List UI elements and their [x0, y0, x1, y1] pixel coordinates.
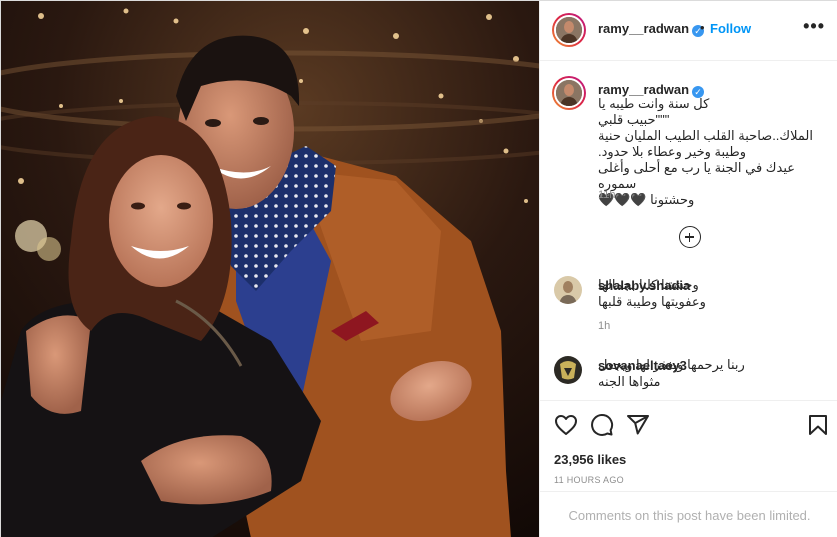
comment-text: ربنا يرحمها ويغفر لها ويجعل مثواها الجنه	[598, 357, 745, 389]
caption-timestamp[interactable]: 11h	[598, 189, 616, 201]
avatar-image	[556, 80, 582, 106]
likes-count[interactable]: 23,956 likes	[554, 452, 626, 467]
post-header: ramy__radwan ✓ • Follow •••	[540, 1, 837, 61]
post-dialog: ramy__radwan ✓ • Follow ••• ramy__radwan ✓	[0, 0, 837, 537]
caption-avatar[interactable]	[552, 76, 586, 110]
comment-icon[interactable]	[590, 413, 614, 437]
post-timestamp[interactable]: 11 HOURS AGO	[554, 475, 624, 485]
post-photo	[1, 1, 539, 537]
bookmark-icon[interactable]	[806, 413, 830, 437]
profile-avatar[interactable]	[552, 13, 586, 47]
heart-icon[interactable]	[554, 413, 578, 437]
commenter-avatar[interactable]	[554, 356, 582, 384]
more-options-icon[interactable]: •••	[803, 17, 825, 35]
action-bar	[540, 400, 837, 450]
comments-limited-notice: Comments on this post have been limited.	[540, 491, 837, 537]
comment-text: وحشتنا كلنا بجمالها وعفويتها وطيبة قلبها	[598, 277, 706, 309]
avatar-image	[554, 276, 582, 304]
commenter-avatar[interactable]	[554, 276, 582, 304]
header-separator: •	[700, 20, 705, 35]
load-more-comments-icon[interactable]	[679, 226, 701, 248]
photo-image	[1, 1, 539, 537]
comment-timestamp[interactable]: 1h	[598, 320, 610, 332]
follow-button[interactable]: Follow	[710, 21, 751, 36]
comments-list[interactable]: ramy__radwan ✓ كل سنة وانت طيبه يا """حبي…	[540, 62, 837, 400]
share-icon[interactable]	[626, 413, 650, 437]
caption-text: كل سنة وانت طيبه يا """حبيب قلبي الملاك.…	[598, 96, 813, 207]
post-sidebar: ramy__radwan ✓ • Follow ••• ramy__radwan ✓	[539, 1, 837, 537]
avatar-image	[554, 356, 582, 384]
avatar-image	[556, 17, 582, 43]
header-username[interactable]: ramy__radwan ✓	[598, 21, 705, 37]
